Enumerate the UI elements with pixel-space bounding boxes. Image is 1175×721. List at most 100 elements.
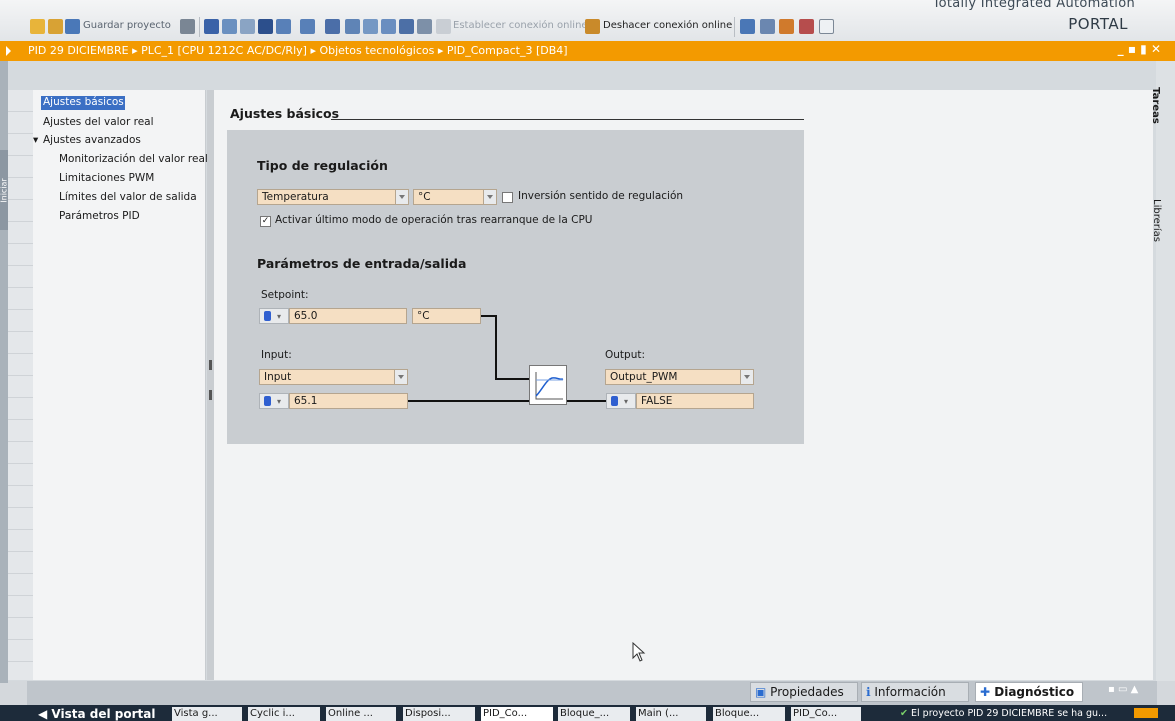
task-item[interactable]: Bloque... [713, 707, 785, 721]
invert-checkbox[interactable] [502, 192, 513, 203]
save-icon[interactable] [65, 19, 80, 34]
activate-mode-label: Activar último modo de operación tras re… [275, 214, 593, 226]
tab-libraries[interactable]: Librerías [1151, 185, 1174, 265]
database-icon [264, 396, 271, 406]
tab-diagnostics[interactable]: ✚ Diagnóstico [975, 682, 1083, 702]
maximize-icon[interactable]: ▮ [1140, 42, 1147, 56]
dropdown-arrow-icon[interactable] [483, 190, 496, 204]
output-select[interactable]: Output_PWM [605, 369, 754, 385]
copy-icon[interactable] [222, 19, 237, 34]
dropdown-arrow-icon: ▾ [277, 397, 282, 406]
compile-icon[interactable] [345, 19, 360, 34]
expand-triangle-icon[interactable]: ▾ [33, 134, 38, 146]
properties-icon: ▣ [755, 685, 767, 699]
simulation-icon[interactable] [399, 19, 414, 34]
nav-item-ajustes-valor-real[interactable]: Ajustes del valor real [43, 116, 154, 128]
collapse-arrow-icon[interactable] [6, 46, 11, 56]
output-value-field[interactable]: FALSE [636, 393, 754, 409]
close-icon[interactable]: ✕ [1151, 42, 1161, 56]
nav-item-monitorizacion[interactable]: Monitorización del valor real [59, 153, 208, 165]
input-select[interactable]: Input [259, 369, 408, 385]
window-controls: _ ▪ ▮ ✕ [1118, 42, 1161, 56]
monitor-icon[interactable] [417, 19, 432, 34]
split-window-icon[interactable] [819, 19, 834, 34]
unit-select[interactable]: °C [413, 189, 497, 205]
portal-view-button[interactable]: ◀ Vista del portal [38, 707, 155, 721]
go-offline-icon[interactable] [585, 19, 600, 34]
new-project-icon[interactable] [30, 19, 45, 34]
output-select-value: Output_PWM [610, 371, 678, 383]
portal-view-label: Vista del portal [51, 707, 156, 721]
regulation-type-value: Temperatura [262, 191, 329, 203]
mouse-cursor-icon [632, 642, 646, 662]
print-icon[interactable] [180, 19, 195, 34]
status-text: El proyecto PID 29 DICIEMBRE se ha gu... [911, 708, 1108, 719]
go-online-button[interactable]: Establecer conexión online [453, 20, 588, 31]
minimize-icon[interactable]: _ [1118, 42, 1124, 56]
upload-icon[interactable] [381, 19, 396, 34]
save-project-button[interactable]: Guardar proyecto [83, 20, 171, 31]
task-item[interactable]: Bloque_... [558, 707, 630, 721]
task-item[interactable]: Cyclic i... [248, 707, 320, 721]
task-item[interactable]: PID_Co... [791, 707, 861, 721]
splitter-grip-icon[interactable] [209, 390, 212, 400]
input-source-button[interactable]: ▾ [259, 393, 289, 409]
task-item[interactable]: Online ... [326, 707, 396, 721]
undo-icon[interactable] [276, 19, 291, 34]
input-wire [408, 400, 529, 402]
tab-properties[interactable]: ▣ Propiedades [750, 682, 858, 702]
output-source-button[interactable]: ▾ [606, 393, 636, 409]
setpoint-label: Setpoint: [261, 289, 309, 301]
download-icon[interactable] [363, 19, 378, 34]
accessible-devices-icon[interactable] [740, 19, 755, 34]
cut-icon[interactable] [204, 19, 219, 34]
task-item[interactable]: Main (... [636, 707, 706, 721]
pane-splitter[interactable] [207, 90, 214, 680]
nav-item-ajustes-avanzados[interactable]: Ajustes avanzados [43, 134, 141, 146]
float-icon[interactable]: ▪ [1128, 42, 1136, 56]
redo-icon[interactable] [300, 19, 315, 34]
dropdown-arrow-icon[interactable] [394, 370, 407, 384]
task-item-label: Bloque_... [560, 708, 610, 719]
breadcrumb-item[interactable]: Objetos tecnológicos [319, 44, 434, 57]
start-tab[interactable]: Iniciar [0, 150, 9, 230]
nav-item-limites-salida[interactable]: Límites del valor de salida [59, 191, 197, 203]
task-item[interactable]: Disposi... [403, 707, 475, 721]
dropdown-arrow-icon[interactable] [395, 190, 408, 204]
task-item[interactable]: Vista g... [172, 707, 242, 721]
section-divider [331, 119, 804, 120]
cross-reference-icon[interactable] [799, 19, 814, 34]
open-project-icon[interactable] [48, 19, 63, 34]
tab-info[interactable]: ℹ Información [861, 682, 969, 702]
right-task-cards [1156, 61, 1175, 681]
setpoint-value: 65.0 [294, 310, 318, 322]
regulation-type-select[interactable]: Temperatura [257, 189, 409, 205]
output-wire [567, 400, 606, 402]
tab-tasks[interactable]: Tareas [1150, 70, 1174, 150]
setpoint-field[interactable]: 65.0 [289, 308, 407, 324]
task-item-label: Cyclic i... [250, 708, 295, 719]
go-offline-button[interactable]: Deshacer conexión online [603, 20, 732, 31]
breadcrumb-item[interactable]: PLC_1 [CPU 1212C AC/DC/Rly] [141, 44, 307, 57]
tab-tasks-label: Tareas [1149, 87, 1161, 124]
nav-item-parametros-pid[interactable]: Parámetros PID [59, 210, 140, 222]
section-title: Ajustes básicos [230, 106, 340, 121]
delete-icon[interactable] [258, 19, 273, 34]
paste-icon[interactable] [240, 19, 255, 34]
nav-item-limitaciones-pwm[interactable]: Limitaciones PWM [59, 172, 154, 184]
breadcrumb-item[interactable]: PID 29 DICIEMBRE [28, 44, 129, 57]
activate-mode-checkbox[interactable]: ✓ [260, 216, 271, 227]
split-editor-icon[interactable] [325, 19, 340, 34]
start-cpu-icon[interactable] [760, 19, 775, 34]
dropdown-arrow-icon[interactable] [740, 370, 753, 384]
nav-item-ajustes-basicos[interactable]: Ajustes básicos [43, 96, 124, 108]
breadcrumb-item[interactable]: PID_Compact_3 [DB4] [447, 44, 568, 57]
go-online-icon[interactable] [436, 19, 451, 34]
input-value-field[interactable]: 65.1 [289, 393, 408, 409]
task-item-active[interactable]: PID_Co... [481, 707, 553, 721]
stop-cpu-icon[interactable] [779, 19, 794, 34]
setpoint-source-button[interactable]: ▾ [259, 308, 289, 324]
brand-title: Totally Integrated Automation [932, 0, 1135, 11]
inspector-controls-icon[interactable]: ▪ ▭ ▲ [1108, 684, 1138, 695]
splitter-grip-icon[interactable] [209, 360, 212, 370]
